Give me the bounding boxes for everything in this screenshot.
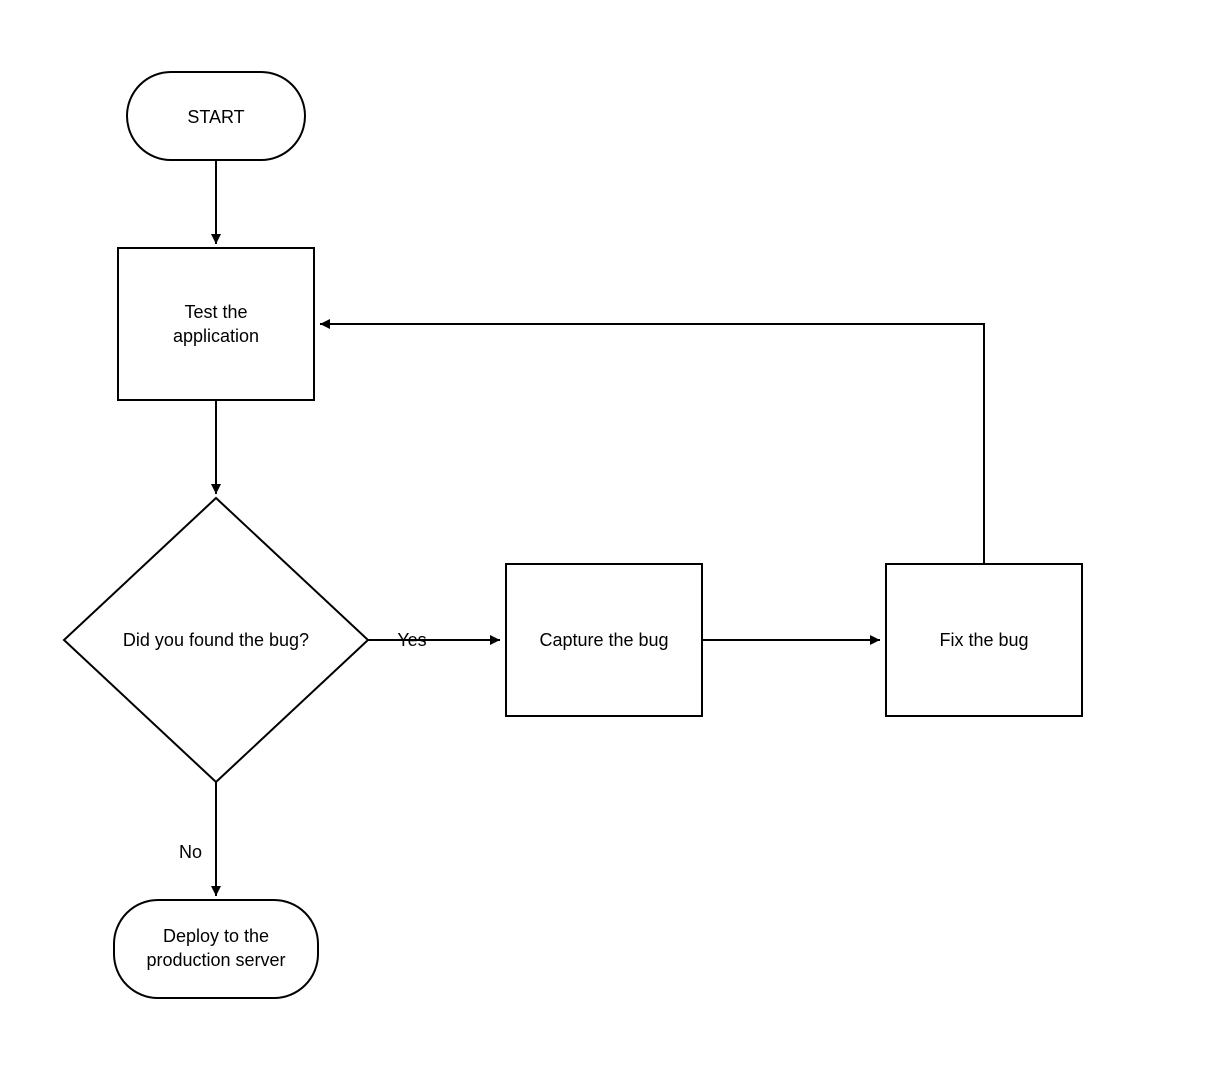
edge-fix-to-test [320, 324, 984, 564]
node-test-line1: Test the [184, 302, 247, 322]
edge-decision-to-deploy: No [179, 782, 216, 896]
node-deploy-line2: production server [146, 950, 285, 970]
node-decision-label: Did you found the bug? [123, 630, 309, 650]
node-start-label: START [187, 107, 244, 127]
edge-decision-to-capture: Yes [368, 630, 500, 650]
node-decision: Did you found the bug? [64, 498, 368, 782]
node-fix: Fix the bug [886, 564, 1082, 716]
node-fix-label: Fix the bug [939, 630, 1028, 650]
edge-no-label: No [179, 842, 202, 862]
node-test-line2: application [173, 326, 259, 346]
node-start: START [127, 72, 305, 160]
node-capture: Capture the bug [506, 564, 702, 716]
flowchart-canvas: START Test the application Did you found… [0, 0, 1224, 1078]
node-deploy-line1: Deploy to the [163, 926, 269, 946]
node-deploy: Deploy to the production server [114, 900, 318, 998]
node-capture-label: Capture the bug [539, 630, 668, 650]
node-test: Test the application [118, 248, 314, 400]
edge-yes-label: Yes [397, 630, 426, 650]
